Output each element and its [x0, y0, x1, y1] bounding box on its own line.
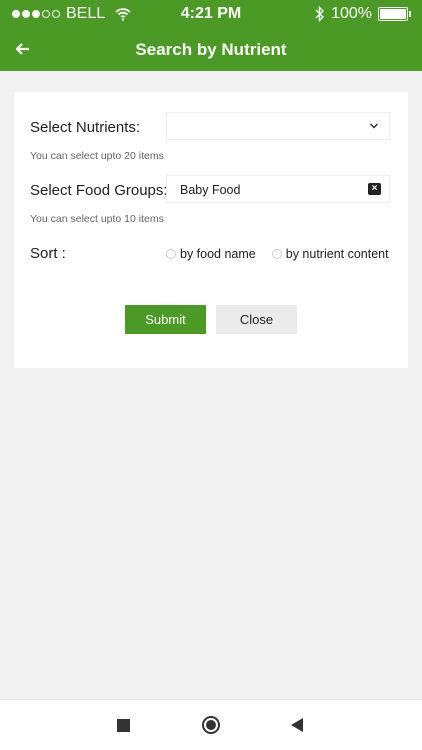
sort-radio-group: by food name by nutrient content [166, 247, 389, 261]
close-button[interactable]: Close [216, 305, 297, 334]
clear-icon[interactable]: × [368, 183, 381, 195]
search-form-card: Select Nutrients: You can select upto 20… [14, 92, 408, 368]
nutrients-hint: You can select upto 20 items [30, 150, 164, 162]
radio-label: by nutrient content [285, 247, 389, 261]
bluetooth-icon [315, 6, 325, 22]
nutrients-select[interactable] [166, 112, 390, 140]
battery-fill [380, 9, 406, 19]
app-header: Search by Nutrient [0, 28, 422, 71]
page-title: Search by Nutrient [135, 40, 287, 59]
food-groups-label: Select Food Groups: [30, 182, 168, 199]
submit-button[interactable]: Submit [125, 305, 206, 334]
sort-label: Sort : [30, 245, 66, 262]
status-bar: BELL 4:21 PM 100% [0, 0, 422, 28]
radio-circle-icon[interactable] [166, 249, 176, 259]
back-triangle-icon[interactable] [290, 717, 304, 733]
battery-percent: 100% [331, 5, 372, 22]
nutrients-label: Select Nutrients: [30, 119, 141, 136]
radio-label: by food name [180, 247, 256, 261]
recent-apps-icon[interactable] [117, 719, 130, 732]
home-icon[interactable] [202, 716, 220, 734]
food-groups-select[interactable]: Baby Food × [166, 175, 390, 203]
food-group-chip: Baby Food [180, 183, 241, 197]
sort-by-food-name-radio[interactable]: by food name [166, 247, 256, 261]
food-groups-hint: You can select upto 10 items [30, 213, 164, 225]
status-right: 100% [315, 5, 411, 23]
sort-by-nutrient-content-radio[interactable]: by nutrient content [271, 247, 389, 261]
chevron-down-icon [369, 123, 379, 129]
battery-icon [378, 7, 411, 21]
system-nav-bar [0, 699, 422, 750]
radio-circle-icon[interactable] [271, 249, 282, 259]
